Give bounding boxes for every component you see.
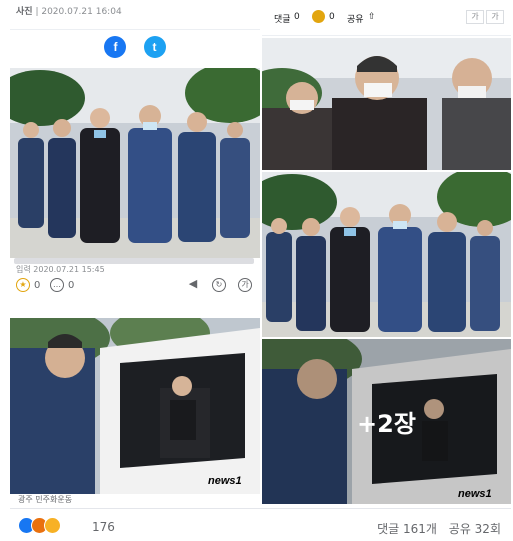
reaction-count-small: 0 [34, 280, 41, 291]
stats-comments-label[interactable]: 댓글 [274, 12, 291, 25]
like-icon[interactable] [312, 10, 325, 23]
twitter-icon[interactable]: t [143, 36, 166, 58]
facebook-icon[interactable]: f [104, 36, 127, 58]
comment-count-small: 0 [68, 280, 75, 291]
stats-share-label[interactable]: 공유 [347, 12, 364, 25]
font-size-icon[interactable]: 가 [238, 278, 252, 292]
photo-caption-meta: 사진 | 2020.07.21 16:04 [10, 0, 260, 30]
caption-label: 사진 [16, 7, 33, 17]
comment-icon[interactable]: … [50, 278, 64, 292]
share-count[interactable]: 공유 32회 [449, 522, 501, 536]
article-action-row: ★ 0 … 0 ◀ ↻ 가 [16, 278, 256, 296]
like-reaction-icon[interactable]: ★ [16, 278, 30, 292]
post-footer: 176 댓글 161개 공유 32회 [10, 508, 511, 541]
stats-bar: 댓글 0 0 공유 ⇧ 가 가 [262, 0, 511, 36]
stats-likes-value: 0 [329, 12, 335, 22]
reaction-count[interactable]: 176 [92, 520, 115, 534]
font-small-button[interactable]: 가 [466, 10, 484, 24]
footer-stats: 댓글 161개 공유 32회 [369, 520, 501, 537]
font-large-button[interactable]: 가 [486, 10, 504, 24]
news1-watermark: news1 [208, 475, 242, 487]
article-actions-panel: 입력 2020.07.21 15:45 ★ 0 … 0 ◀ ↻ 가 [10, 258, 260, 318]
photo-officials-walking[interactable] [10, 68, 260, 258]
refresh-icon[interactable]: ↻ [212, 278, 226, 292]
photo-official-in-car[interactable]: news1 [10, 318, 260, 494]
more-photos-overlay[interactable]: +2장 [262, 339, 511, 504]
stats-comments-value: 0 [294, 12, 300, 22]
comment-count[interactable]: 댓글 161개 [377, 522, 437, 536]
speaker-icon[interactable]: ◀ [186, 278, 200, 292]
haha-reaction-icon [44, 517, 61, 534]
photo-officials-closeup[interactable] [262, 38, 511, 170]
share-icon[interactable]: ⇧ [368, 12, 376, 22]
share-icons: f t [10, 36, 260, 64]
bottom-caption: 광주 민주화운동 [10, 494, 260, 506]
input-time: 입력 2020.07.21 15:45 [16, 265, 105, 274]
caption-date: 2020.07.21 16:04 [41, 7, 122, 17]
article-header-panel: 사진 | 2020.07.21 16:04 f t [10, 0, 260, 258]
photo-officials-group[interactable] [262, 172, 511, 337]
